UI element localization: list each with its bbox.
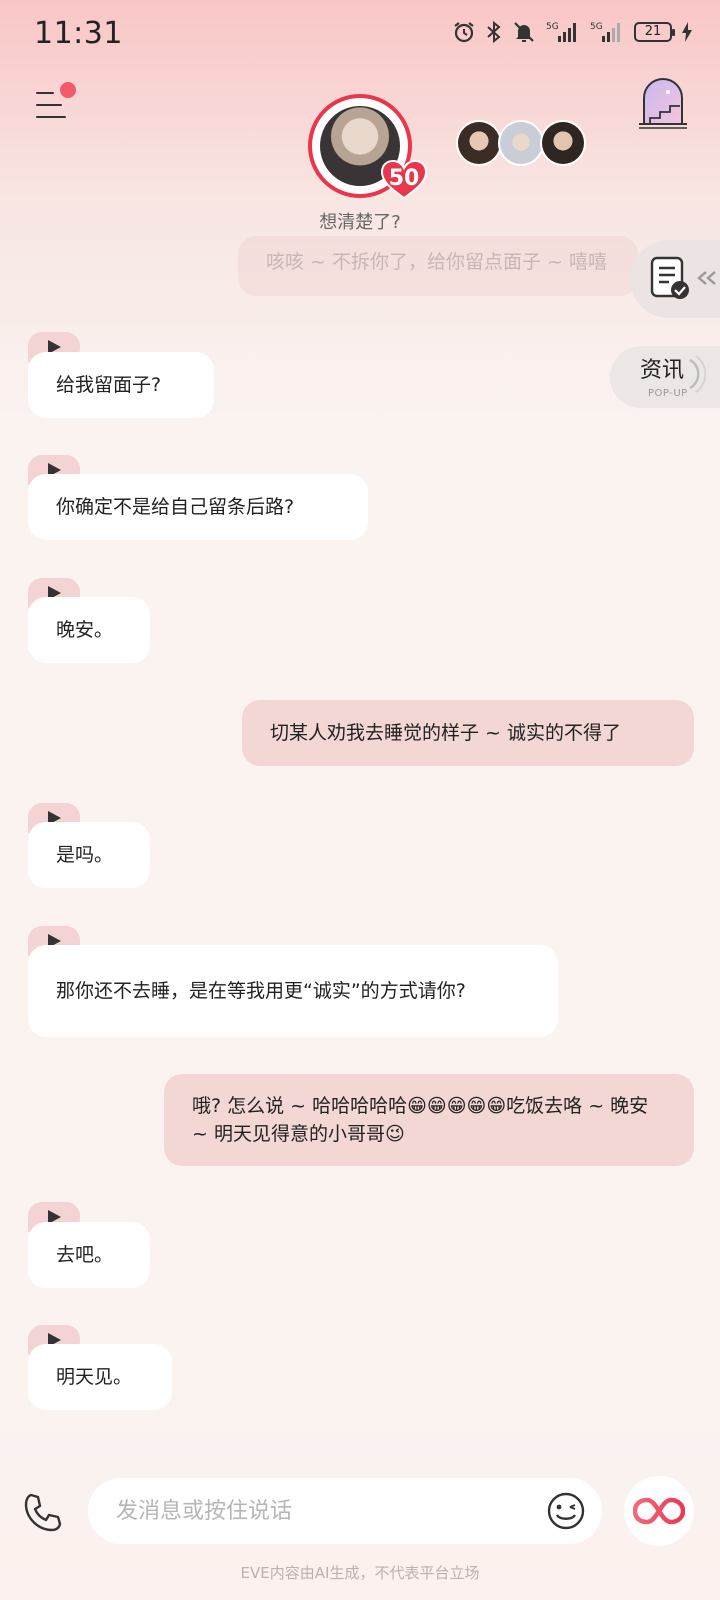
document-check-icon	[650, 256, 689, 299]
mini-avatar[interactable]	[498, 120, 544, 166]
speaker-wave-icon	[689, 355, 706, 393]
message-bubble: 是吗。	[28, 822, 150, 888]
message-bubble: 去吧。	[28, 1222, 150, 1288]
menu-line	[36, 104, 62, 106]
double-chevron-left-icon	[697, 271, 716, 285]
battery-indicator: 21	[634, 22, 675, 42]
menu-line	[36, 92, 54, 94]
message-bubble: 明天见。	[28, 1344, 172, 1410]
mini-avatar[interactable]	[540, 120, 586, 166]
mini-avatar[interactable]	[456, 120, 502, 166]
side-news-button[interactable]: 资讯 POP-UP	[610, 346, 720, 408]
message-input-container[interactable]	[88, 1478, 602, 1544]
network-label-1: 5G	[546, 22, 559, 32]
news-label: 资讯	[640, 358, 685, 383]
menu-button[interactable]	[36, 82, 76, 124]
infinity-icon	[633, 1497, 685, 1525]
message-bubble: 切某人劝我去睡觉的样子 ~ 诚实的不得了	[242, 700, 694, 766]
window-door-icon[interactable]	[636, 74, 690, 130]
level-value: 50	[388, 166, 420, 191]
mute-bell-icon	[514, 22, 534, 42]
message-input[interactable]	[116, 1478, 516, 1544]
message-bubble-faded: 咳咳 ~ 不拆你了，给你留点面子 ~ 嘻嘻	[238, 236, 638, 296]
status-bar: 11:31 5G 5G 21	[0, 0, 720, 64]
character-status-text: 想清楚了?	[319, 212, 401, 233]
message-bubble: 晚安。	[28, 597, 150, 663]
status-time: 11:31	[34, 16, 123, 51]
menu-line	[36, 116, 66, 118]
signal-icon-1: 5G	[546, 22, 576, 42]
level-badge: 50	[380, 160, 428, 200]
message-bubble: 你确定不是给自己留条后路?	[28, 474, 368, 540]
notification-dot	[60, 82, 76, 98]
message-bubble: 哦? 怎么说 ~ 哈哈哈哈哈😁😁😁😁😁吃饭去咯 ~ 晚安 ~ 明天见得意的小哥哥…	[164, 1074, 694, 1166]
phone-call-icon[interactable]	[22, 1492, 64, 1534]
side-doc-button[interactable]	[630, 240, 720, 318]
infinity-button[interactable]	[624, 1476, 694, 1546]
news-sub-label: POP-UP	[648, 388, 688, 399]
emoji-icon[interactable]	[546, 1491, 586, 1531]
status-icons: 5G 5G 21	[452, 20, 692, 44]
ai-disclaimer: EVE内容由AI生成，不代表平台立场	[240, 1564, 480, 1582]
message-bubble: 那你还不去睡，是在等我用更“诚实”的方式请你?	[28, 945, 558, 1037]
signal-icon-2: 5G	[590, 22, 620, 42]
bluetooth-icon	[487, 20, 501, 44]
network-label-2: 5G	[590, 22, 603, 32]
alarm-icon	[454, 22, 474, 43]
charging-icon	[682, 22, 692, 42]
other-characters[interactable]	[456, 120, 596, 170]
message-bubble: 给我留面子?	[28, 352, 214, 418]
